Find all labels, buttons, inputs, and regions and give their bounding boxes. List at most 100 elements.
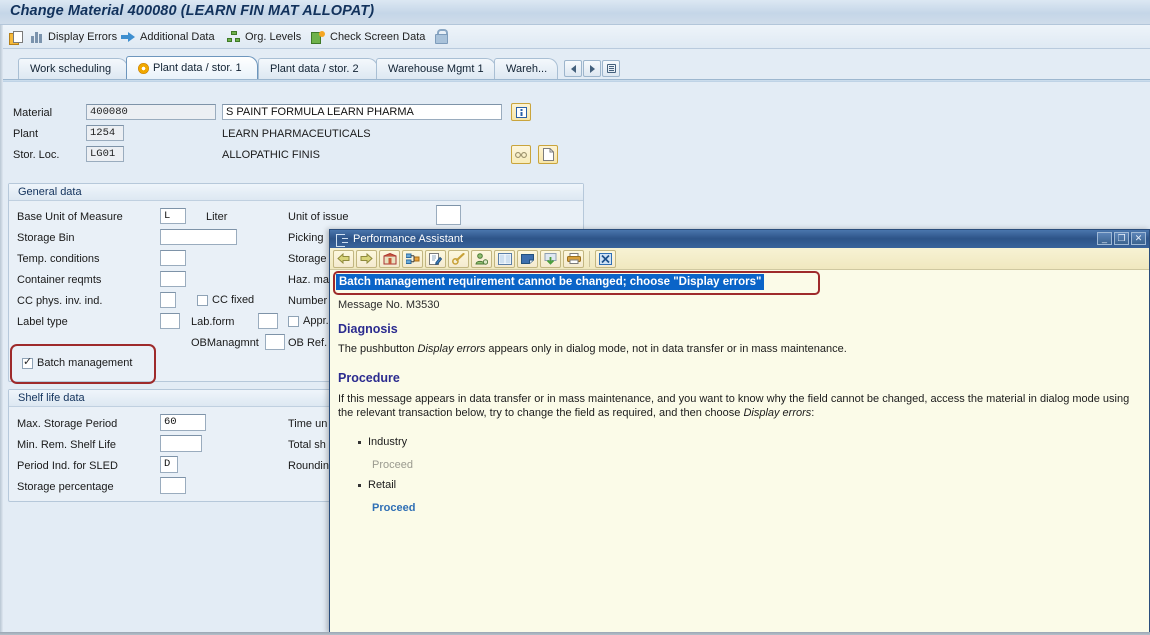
tab-plant-data-stor-1[interactable]: Plant data / stor. 1 (126, 56, 258, 79)
lab-form-field[interactable] (258, 313, 278, 329)
additional-data-label: Additional Data (140, 31, 215, 43)
tab-work-scheduling[interactable]: Work scheduling (18, 58, 128, 79)
min-rem-shelf-life-label: Min. Rem. Shelf Life (17, 439, 117, 451)
hierarchy-button[interactable] (402, 249, 423, 268)
close-icon (599, 252, 612, 265)
tab-plant-data-stor-2[interactable]: Plant data / stor. 2 (258, 58, 378, 79)
back-button[interactable] (333, 249, 354, 268)
material-field[interactable]: 400080 (86, 104, 216, 120)
save-button[interactable] (540, 249, 561, 268)
copy-button[interactable] (6, 28, 25, 46)
personal-note-button[interactable] (471, 249, 492, 268)
max-storage-period-field[interactable]: 60 (160, 414, 206, 431)
diagnosis-text: The pushbutton Display errors appears on… (338, 342, 1138, 356)
storage-percentage-field[interactable] (160, 477, 186, 494)
diagnosis-text-after: appears only in dialog mode, not in data… (485, 343, 847, 355)
chevron-right-icon (589, 64, 595, 73)
check-screen-data-button[interactable]: Check Screen Data (308, 28, 428, 46)
forward-icon (360, 253, 373, 264)
industry-label: Industry (368, 436, 408, 448)
retail-proceed-link[interactable]: Proceed (372, 502, 415, 514)
plant-description: LEARN PHARMACEUTICALS (222, 128, 371, 140)
scroll-tabs-left-button[interactable] (564, 60, 582, 77)
dialog-title-bar[interactable]: Performance Assistant _ ❐ ✕ (330, 230, 1149, 248)
unit-of-issue-field[interactable] (436, 205, 461, 225)
note-icon (521, 254, 534, 264)
bar-chart-icon (31, 31, 44, 43)
procedure-heading: Procedure (338, 371, 400, 385)
application-toolbar: Display Errors Additional Data Org. Leve… (0, 25, 1150, 49)
lock-button[interactable] (432, 27, 450, 45)
min-rem-shelf-life-field[interactable] (160, 435, 202, 452)
display-errors-button[interactable]: Display Errors (28, 28, 120, 46)
base-unit-of-measure-field[interactable]: L (160, 208, 186, 224)
label-type-field[interactable] (160, 313, 180, 329)
check-screen-icon (311, 31, 326, 44)
glossary-button[interactable] (494, 249, 515, 268)
dialog-toolbar (330, 248, 1149, 270)
label-type-label: Label type (17, 316, 68, 328)
org-hierarchy-icon (227, 31, 241, 43)
home-button[interactable] (379, 249, 400, 268)
list-item: Retail (358, 479, 396, 491)
tab-list-button[interactable] (602, 60, 620, 77)
window-controls: _ ❐ ✕ (1097, 232, 1146, 245)
storage-conditions-label: Storage (288, 253, 327, 265)
diagnosis-text-before: The pushbutton (338, 343, 418, 355)
approved-checkbox[interactable]: Appr. (288, 315, 329, 327)
cc-phys-inv-ind-label: CC phys. inv. ind. (17, 295, 103, 307)
tab-label: Plant data / stor. 1 (153, 62, 242, 74)
technical-information-button[interactable] (448, 249, 469, 268)
plant-field[interactable]: 1254 (86, 125, 124, 141)
picking-label: Picking (288, 232, 324, 244)
print-button[interactable] (563, 249, 584, 268)
industry-proceed-link-disabled: Proceed (372, 459, 413, 471)
tab-warehouse-mgmt-1[interactable]: Warehouse Mgmt 1 (376, 58, 496, 79)
edit-icon (429, 252, 442, 265)
batch-management-checkbox[interactable]: Batch management (22, 356, 132, 369)
tab-label: Wareh... (506, 63, 548, 75)
base-unit-of-measure-text: Liter (206, 211, 228, 223)
info-button[interactable] (511, 103, 531, 121)
list-icon (606, 64, 616, 73)
plant-label: Plant (13, 128, 39, 140)
storage-location-field[interactable]: LG01 (86, 146, 124, 162)
window-icon (336, 233, 348, 247)
ob-ref-label: OB Ref. (288, 337, 328, 349)
cc-fixed-label: CC fixed (212, 294, 255, 306)
edit-button[interactable] (425, 249, 446, 268)
arrow-right-icon (121, 31, 136, 43)
tab-label: Warehouse Mgmt 1 (388, 63, 484, 75)
forward-button[interactable] (356, 249, 377, 268)
performance-assistant-dialog: Performance Assistant _ ❐ ✕ Batch manage… (329, 229, 1150, 633)
time-unit-label: Time un (288, 418, 328, 430)
max-storage-period-label: Max. Storage Period (17, 418, 118, 430)
long-text-button[interactable] (511, 145, 531, 164)
message-number: Message No. M3530 (338, 299, 440, 311)
temp-conditions-field[interactable] (160, 250, 186, 266)
tab-label: Plant data / stor. 2 (270, 63, 359, 75)
tab-warehouse-mgmt-2[interactable]: Wareh... (494, 58, 558, 79)
cc-fixed-checkbox[interactable]: CC fixed (197, 294, 254, 306)
minimize-button[interactable]: _ (1097, 232, 1112, 245)
home-icon (383, 252, 396, 264)
storage-bin-field[interactable] (160, 229, 237, 245)
cc-phys-inv-ind-field[interactable] (160, 292, 176, 308)
bullet-icon (358, 483, 361, 487)
create-doc-button[interactable] (538, 145, 558, 164)
back-icon (337, 253, 350, 264)
dialog-body: Batch management requirement cannot be c… (330, 270, 1149, 632)
additional-data-button[interactable]: Additional Data (118, 28, 218, 46)
ob-managmnt-field[interactable] (265, 334, 285, 350)
note-button[interactable] (517, 249, 538, 268)
material-description-field[interactable]: S PAINT FORMULA LEARN PHARMA (222, 104, 502, 120)
close-assistant-button[interactable] (595, 249, 616, 268)
scroll-tabs-right-button[interactable] (583, 60, 601, 77)
maximize-button[interactable]: ❐ (1114, 232, 1129, 245)
temp-conditions-label: Temp. conditions (17, 253, 100, 265)
container-reqmts-field[interactable] (160, 271, 186, 287)
close-window-button[interactable]: ✕ (1131, 232, 1146, 245)
org-levels-button[interactable]: Org. Levels (224, 28, 304, 46)
period-ind-for-sled-field[interactable]: D (160, 456, 178, 473)
bullet-icon (358, 440, 361, 444)
